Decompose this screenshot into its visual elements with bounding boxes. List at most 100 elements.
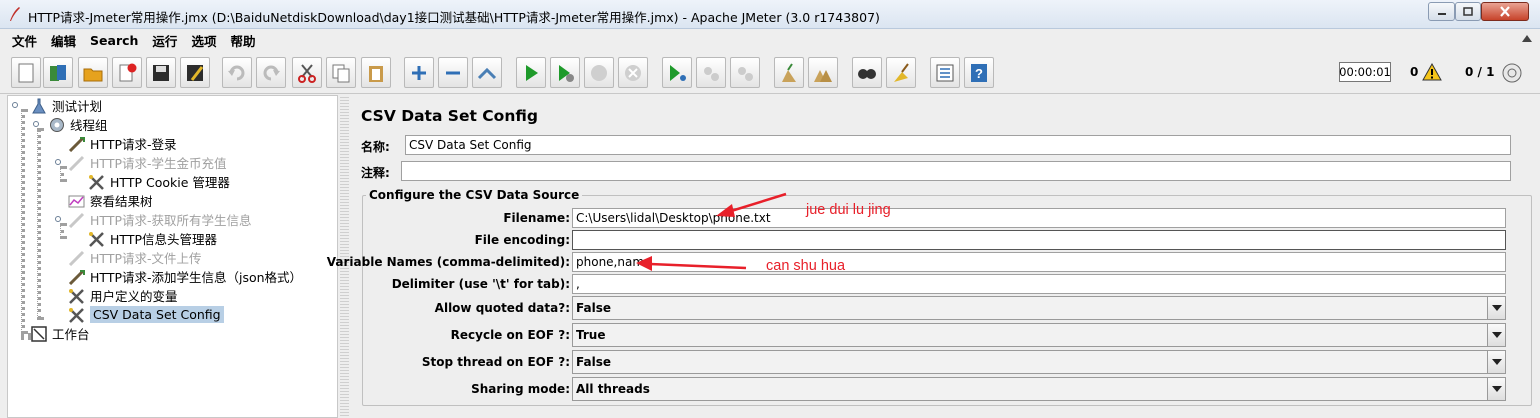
shutdown-button[interactable] [618,57,648,88]
copy-button[interactable] [326,57,356,88]
menu-file[interactable]: 文件 [5,31,44,50]
config-tools-icon [68,306,86,324]
delimiter-input[interactable]: , [572,274,1506,294]
allow-quoted-select[interactable]: False [572,296,1506,320]
start-button[interactable] [516,57,546,88]
recycle-eof-value: True [576,328,606,342]
paste-button[interactable] [361,57,391,88]
allow-quoted-label: Allow quoted data?: [434,301,570,315]
menu-edit[interactable]: 编辑 [44,31,83,50]
close-file-icon [119,63,137,81]
templates-icon [50,64,66,81]
tree-node-handle[interactable] [12,102,18,108]
close-icon [1500,6,1510,17]
tree-item-sampler-add-student[interactable]: HTTP请求-添加学生信息（json格式） [68,267,302,286]
stop-thread-eof-label: Stop thread on EOF ?: [421,355,570,369]
filename-input[interactable]: C:\Users\lidal\Desktop\phone.txt [572,208,1506,228]
maximize-icon [1463,7,1473,16]
config-tools-icon [88,173,106,191]
stop-button[interactable] [584,57,614,88]
close-file-button[interactable] [112,57,142,88]
toggle-button[interactable] [472,57,502,88]
cut-button[interactable] [292,57,322,88]
name-input[interactable]: CSV Data Set Config [405,135,1511,155]
dropdown-arrow-icon[interactable] [1487,297,1505,319]
remote-start-button[interactable] [662,57,692,88]
undo-button[interactable] [222,57,252,88]
tree-item-header-manager[interactable]: HTTP信息头管理器 [88,229,217,248]
warning-icon[interactable] [1422,63,1442,81]
thread-group-icon [48,116,66,134]
listener-graph-icon [68,192,86,210]
tree-item-sampler-get-students[interactable]: HTTP请求-获取所有学生信息 [68,210,252,229]
scroll-up-icon[interactable] [1522,35,1532,42]
clear-button[interactable] [774,57,804,88]
function-helper-button[interactable] [930,57,960,88]
comment-input[interactable] [401,161,1511,181]
menu-help[interactable]: 帮助 [223,31,262,50]
dropdown-arrow-icon[interactable] [1487,324,1505,346]
paste-icon [369,65,383,82]
search-button[interactable] [852,57,882,88]
remote-shutdown-button[interactable] [730,57,760,88]
tree-item-cookie-manager[interactable]: HTTP Cookie 管理器 [88,172,230,191]
tree-item-results-tree[interactable]: 察看结果树 [68,191,153,210]
minimize-button[interactable] [1428,2,1455,21]
tree-item-sampler-upload[interactable]: HTTP请求-文件上传 [68,248,202,267]
recycle-eof-select[interactable]: True [572,323,1506,347]
menu-options[interactable]: 选项 [184,31,223,50]
tree-item-csv-data-set[interactable]: CSV Data Set Config [68,305,224,324]
jmeter-feather-icon [10,7,20,21]
open-button[interactable] [78,57,108,88]
title-bar: HTTP请求-Jmeter常用操作.jmx (D:\BaiduNetdiskDo… [0,0,1540,29]
file-encoding-input[interactable] [572,230,1506,250]
tree-item-workbench[interactable]: 工作台 [30,324,90,343]
function-helper-icon [936,64,954,81]
expand-button[interactable] [404,57,434,88]
active-thread-count: 0 / 1 [1465,65,1495,79]
save-as-button[interactable] [180,57,210,88]
tree-node-handle[interactable] [33,121,39,127]
stop-thread-eof-select[interactable]: False [572,350,1506,374]
sharing-mode-select[interactable]: All threads [572,377,1506,401]
variable-names-input[interactable]: phone,name [572,252,1506,272]
clear-all-icon [814,69,832,82]
undo-icon [228,65,245,80]
help-button[interactable]: ? [964,57,994,88]
save-button[interactable] [146,57,176,88]
templates-button[interactable] [43,57,73,88]
start-no-pause-button[interactable] [550,57,580,88]
reset-search-button[interactable] [886,57,916,88]
cut-icon [298,63,316,83]
config-tools-icon [88,230,106,248]
collapse-button[interactable] [438,57,468,88]
tree-item-user-variables[interactable]: 用户定义的变量 [68,286,178,305]
clear-all-button[interactable] [808,57,838,88]
remote-status-icon[interactable] [1501,62,1523,84]
menu-run[interactable]: 运行 [145,31,184,50]
start-icon [526,64,538,81]
tree-item-test-plan[interactable]: 测试计划 [30,96,102,115]
menu-search[interactable]: Search [83,33,145,48]
clear-icon [782,62,796,82]
dropdown-arrow-icon[interactable] [1487,351,1505,373]
expand-icon [412,65,426,80]
close-window-button[interactable] [1481,2,1529,21]
tree-node-handle[interactable] [55,216,61,222]
maximize-button[interactable] [1455,2,1481,21]
copy-icon [332,64,350,82]
delimiter-label: Delimiter (use '\t' for tab): [391,277,570,291]
collapse-icon [446,71,460,74]
redo-button[interactable] [256,57,286,88]
remote-stop-button[interactable] [696,57,726,88]
tree-node-handle[interactable] [55,159,61,165]
dropdown-arrow-icon[interactable] [1487,378,1505,400]
test-plan-tree[interactable]: 测试计划 线程组 HTTP请求-登录 HTTP请求-学生金币充值 HTTP Co… [7,95,338,418]
tree-item-sampler-recharge[interactable]: HTTP请求-学生金币充值 [68,153,227,172]
sampler-disabled-icon [68,249,86,267]
tree-item-sampler-login[interactable]: HTTP请求-登录 [68,134,177,153]
panel-title: CSV Data Set Config [361,107,538,125]
tree-item-thread-group[interactable]: 线程组 [48,115,108,134]
toggle-icon [477,67,497,79]
new-button[interactable] [11,57,41,88]
